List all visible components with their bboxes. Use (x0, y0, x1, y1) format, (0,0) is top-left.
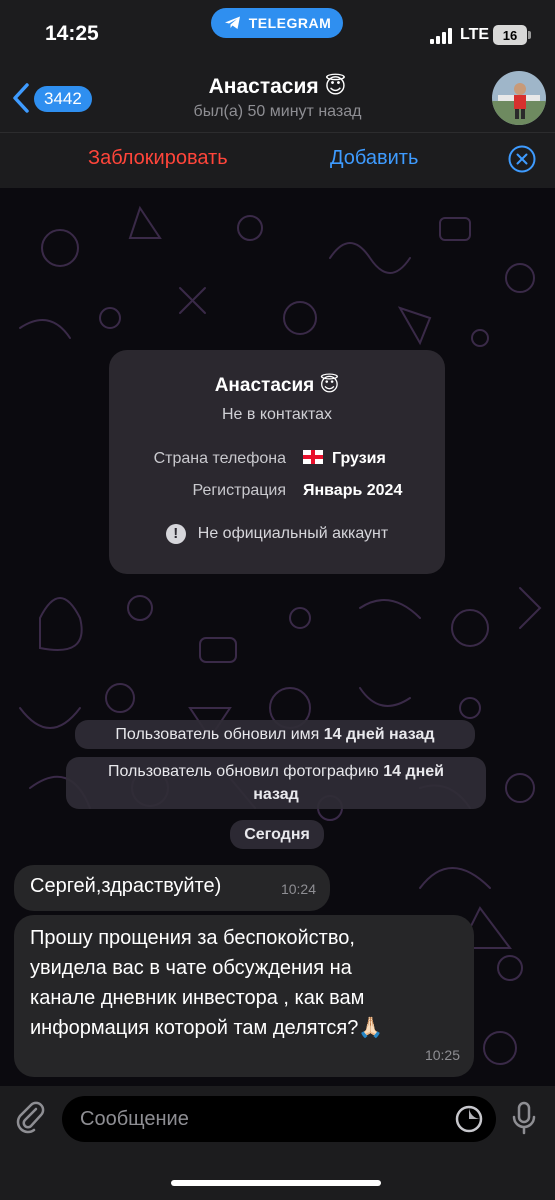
avatar[interactable] (492, 71, 546, 125)
message-line: информация которой там делятся?🙏🏻 (30, 1017, 384, 1039)
add-contact-button[interactable]: Добавить (330, 147, 418, 170)
message-line: Прошу прощения за беспокойство, (30, 927, 355, 949)
contact-info-card: Анастасия 😇 Не в контактах Страна телефо… (109, 350, 445, 574)
chat-header: 3442 Анастасия 😇 был(а) 50 минут назад (0, 70, 555, 132)
message-line: канале дневник инвестора , как вам (30, 987, 365, 1009)
message-line: увидела вас в чате обсуждения на (30, 957, 352, 979)
date-separator-label: Сегодня (244, 826, 310, 843)
status-bar: 14:25 TELEGRAM LTE 16 (0, 0, 555, 70)
sticker-icon[interactable] (454, 1104, 484, 1134)
message-time: 10:24 (280, 881, 316, 897)
network-type: LTE (460, 26, 490, 43)
message-composer (0, 1086, 555, 1200)
paperclip-icon[interactable] (14, 1100, 48, 1134)
incoming-message[interactable]: Прошу прощения за беспокойство, увидела … (14, 915, 474, 1077)
chat-title[interactable]: Анастасия 😇 (0, 74, 555, 99)
unofficial-warning: ! Не официальный аккаунт (109, 524, 445, 544)
message-time: 10:25 (424, 1047, 460, 1063)
phone-country-value: Грузия (303, 450, 386, 468)
message-text: Сергей,здраствуйте) (30, 875, 222, 897)
telegram-icon (224, 16, 240, 29)
telegram-return-pill[interactable]: TELEGRAM (211, 8, 343, 38)
signal-icon (430, 28, 454, 44)
registration-value: Январь 2024 (303, 482, 403, 499)
incoming-message[interactable]: Сергей,здраствуйте) 10:24 (14, 865, 330, 911)
photo-update-time-1: 14 дней (383, 763, 445, 780)
battery-nub (528, 31, 531, 39)
battery-level: 16 (502, 27, 518, 43)
telegram-pill-label: TELEGRAM (248, 15, 332, 31)
message-input[interactable] (62, 1096, 496, 1142)
registration-label: Регистрация (192, 482, 286, 499)
phone-country-text: Грузия (332, 450, 386, 467)
block-button[interactable]: Заблокировать (88, 147, 228, 170)
home-indicator[interactable] (171, 1180, 381, 1186)
user-avatar-photo-icon (492, 71, 546, 125)
name-update-time: 14 дней назад (323, 726, 435, 743)
status-time: 14:25 (45, 22, 99, 45)
exclamation-icon: ! (165, 524, 186, 544)
name-update-text: Пользователь обновил имя (115, 726, 324, 743)
microphone-icon[interactable] (510, 1100, 538, 1136)
unknown-contact-action-bar: Заблокировать Добавить (0, 132, 555, 188)
system-message-name-update: Пользователь обновил имя 14 дней назад (75, 720, 475, 749)
photo-update-text: Пользователь обновил фотографию (107, 763, 384, 780)
close-icon[interactable] (508, 145, 536, 173)
date-separator: Сегодня (230, 820, 324, 849)
phone-country-label: Страна телефона (153, 450, 286, 467)
battery-icon: 16 (493, 25, 527, 45)
info-card-status: Не в контактах (221, 406, 333, 423)
photo-update-time-2: назад (253, 786, 299, 803)
system-message-photo-update: Пользователь обновил фотографию 14 дней н… (66, 757, 486, 809)
georgia-flag-icon (303, 450, 323, 464)
warning-text: Не официальный аккаунт (197, 525, 389, 542)
info-card-name: Анастасия 😇 (214, 375, 340, 396)
last-seen-status: был(а) 50 минут назад (193, 103, 362, 120)
chat-area[interactable]: Анастасия 😇 Не в контактах Страна телефо… (0, 188, 555, 1086)
